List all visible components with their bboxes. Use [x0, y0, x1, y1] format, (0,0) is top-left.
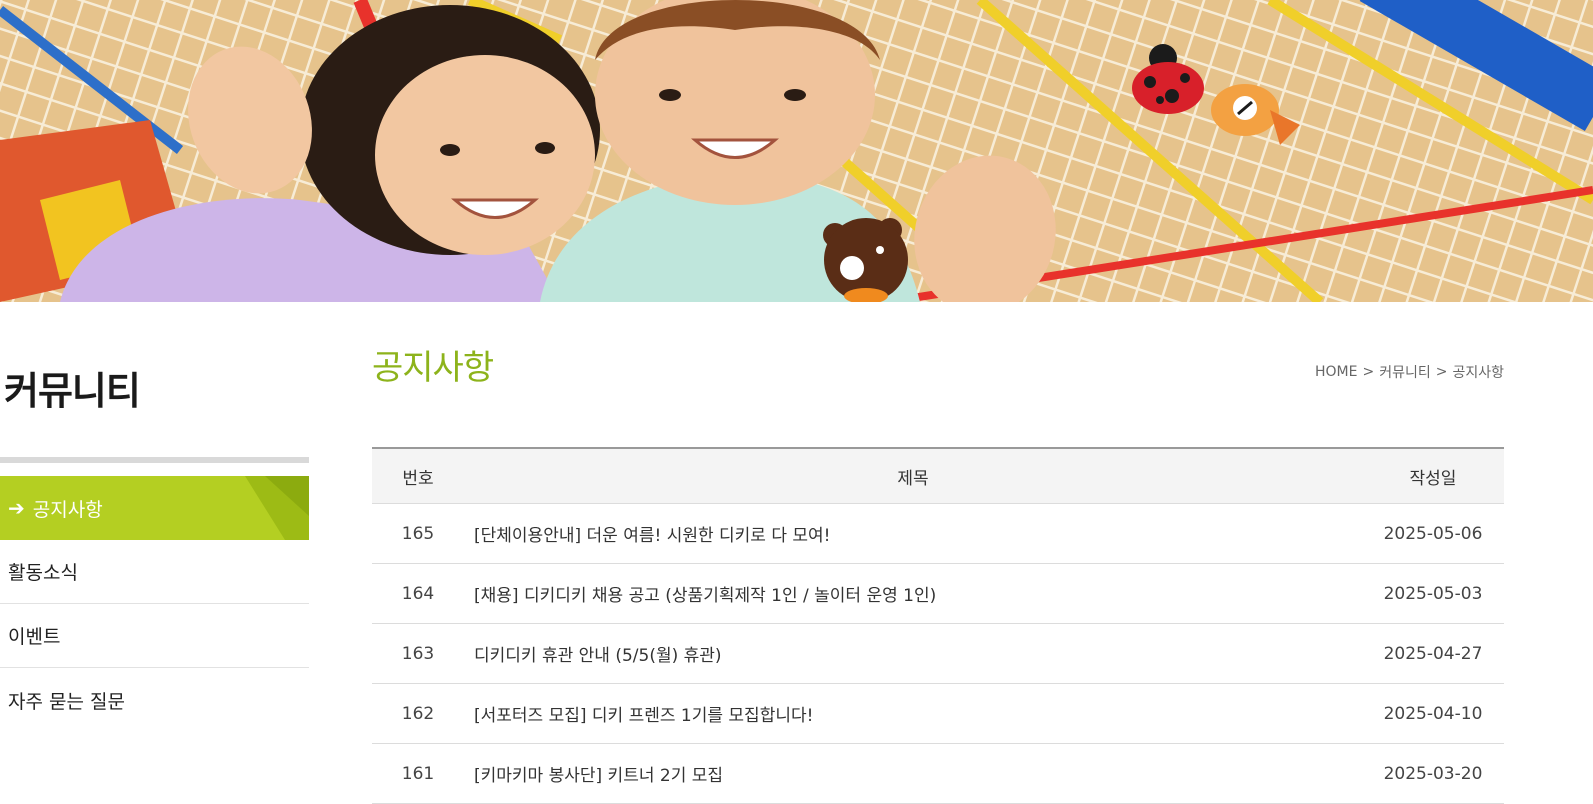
- sidebar-item-label: 자주 묻는 질문: [8, 690, 125, 713]
- sidebar-item-label: 활동소식: [8, 562, 78, 584]
- sidebar-nav: ➔ 공지사항 활동소식 이벤트 자주 묻는 질문: [0, 476, 309, 732]
- table-row[interactable]: 163 디키디키 휴관 안내 (5/5(월) 휴관) 2025-04-27: [372, 623, 1504, 684]
- row-date: 2025-04-27: [1362, 623, 1504, 684]
- row-title-link[interactable]: [단체이용안내] 더운 여름! 시원한 디키로 다 모여!: [464, 503, 1362, 564]
- table-row[interactable]: 161 [키마키마 봉사단] 키트너 2기 모집 2025-03-20: [372, 743, 1504, 804]
- row-number: 165: [372, 503, 464, 564]
- breadcrumb: HOME > 커뮤니티 > 공지사항: [1315, 362, 1504, 382]
- table-row[interactable]: 164 [채용] 디키디키 채용 공고 (상품기획제작 1인 / 놀이터 운영 …: [372, 563, 1504, 624]
- table-row[interactable]: 165 [단체이용안내] 더운 여름! 시원한 디키로 다 모여! 2025-0…: [372, 503, 1504, 564]
- breadcrumb-notices[interactable]: 공지사항: [1452, 362, 1504, 382]
- sidebar-item-activity-news[interactable]: 활동소식: [0, 540, 309, 604]
- sidebar-active-decoration: [245, 476, 309, 540]
- sidebar-item-notices[interactable]: ➔ 공지사항: [0, 476, 309, 540]
- row-date: 2025-03-20: [1362, 743, 1504, 804]
- sidebar-divider: [0, 457, 309, 463]
- sidebar-item-label: 이벤트: [8, 626, 61, 648]
- hero-banner: [0, 0, 1593, 302]
- breadcrumb-community[interactable]: 커뮤니티: [1379, 362, 1431, 382]
- sidebar-title: 커뮤니티: [4, 369, 141, 413]
- hero-illustration: [0, 0, 1593, 302]
- sidebar-item-events[interactable]: 이벤트: [0, 604, 309, 668]
- notice-table: 번호 제목 작성일 165 [단체이용안내] 더운 여름! 시원한 디키로 다 …: [372, 447, 1504, 804]
- row-title-link[interactable]: [채용] 디키디키 채용 공고 (상품기획제작 1인 / 놀이터 운영 1인): [464, 563, 1362, 624]
- column-header-date: 작성일: [1362, 448, 1504, 504]
- breadcrumb-separator: >: [1362, 364, 1375, 380]
- row-date: 2025-05-06: [1362, 503, 1504, 564]
- breadcrumb-separator: >: [1435, 364, 1448, 380]
- breadcrumb-home[interactable]: HOME: [1315, 364, 1357, 380]
- page-title: 공지사항: [372, 348, 494, 388]
- row-title-link[interactable]: [서포터즈 모집] 디키 프렌즈 1기를 모집합니다!: [464, 683, 1362, 744]
- arrow-right-icon: ➔: [8, 496, 25, 520]
- sidebar-item-faq[interactable]: 자주 묻는 질문: [0, 668, 309, 732]
- row-number: 164: [372, 563, 464, 624]
- column-header-title: 제목: [464, 448, 1362, 504]
- row-number: 161: [372, 743, 464, 804]
- row-number: 163: [372, 623, 464, 684]
- row-date: 2025-05-03: [1362, 563, 1504, 624]
- sidebar-item-label: 공지사항: [32, 498, 103, 521]
- row-number: 162: [372, 683, 464, 744]
- table-header-row: 번호 제목 작성일: [372, 448, 1504, 504]
- table-row[interactable]: 162 [서포터즈 모집] 디키 프렌즈 1기를 모집합니다! 2025-04-…: [372, 683, 1504, 744]
- row-date: 2025-04-10: [1362, 683, 1504, 744]
- row-title-link[interactable]: [키마키마 봉사단] 키트너 2기 모집: [464, 743, 1362, 804]
- column-header-number: 번호: [372, 448, 464, 504]
- row-title-link[interactable]: 디키디키 휴관 안내 (5/5(월) 휴관): [464, 623, 1362, 684]
